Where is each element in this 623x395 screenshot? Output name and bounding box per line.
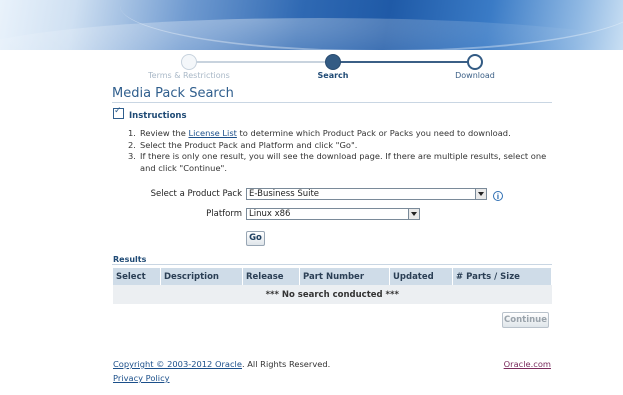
empty-results-message: *** No search conducted *** [113,285,552,304]
instruction-text: to determine which Product Pack or Packs… [236,128,511,138]
train-step-download-marker [467,54,483,70]
train-step-search-marker [325,54,341,70]
table-row: *** No search conducted *** [113,285,552,304]
instruction-step-2: 2. Select the Product Pack and Platform a… [128,140,558,152]
column-header-description: Description [160,268,243,285]
train-connector-completed [189,61,333,63]
info-icon[interactable]: i [493,191,503,201]
platform-select[interactable]: Linux x86 [246,208,420,220]
product-pack-label: Select a Product Pack [150,189,242,199]
instruction-number: 3. [128,151,136,161]
column-header-select: Select [113,268,161,285]
product-pack-selected-value: E-Business Suite [249,189,320,199]
results-header-row: Select Description Release Part Number U… [113,268,552,285]
instructions-toggle[interactable]: Instructions [113,106,187,121]
instruction-step-3: 3. If there is only one result, you will … [128,151,558,174]
instruction-number: 1. [128,128,136,138]
product-pack-select[interactable]: E-Business Suite [246,188,487,200]
train-step-terms-label: Terms & Restrictions [148,71,230,80]
dropdown-arrow-icon[interactable] [475,189,486,199]
privacy-policy-link-wrap: Privacy Policy [113,373,170,383]
train-step-download-label: Download [455,71,495,80]
footer-copyright: Copyright © 2003-2012 Oracle. All Rights… [113,359,330,369]
title-divider [112,102,552,103]
header-banner [0,0,623,50]
go-button[interactable]: Go [246,231,265,246]
instructions-list: 1. Review the License List to determine w… [128,128,558,174]
oracle-com-link[interactable]: Oracle.com [504,359,551,369]
train-step-terms-marker [181,54,197,70]
instruction-text: Review the [140,128,189,138]
platform-selected-value: Linux x86 [249,209,291,219]
column-header-part-number: Part Number [299,268,390,285]
instruction-text: Select the Product Pack and Platform and… [140,139,358,150]
dropdown-arrow-icon[interactable] [408,209,419,219]
instruction-text: If there is only one result, you will se… [140,151,547,173]
privacy-policy-link[interactable]: Privacy Policy [113,373,170,383]
column-header-parts-size: # Parts / Size [452,268,552,285]
instruction-number: 2. [128,139,136,150]
train-step-search-label: Search [317,71,349,80]
instructions-heading: Instructions [129,111,187,121]
column-header-updated: Updated [389,268,453,285]
column-header-release: Release [242,268,300,285]
train-connector-upcoming [333,61,475,63]
continue-button[interactable]: Continue [502,312,549,328]
instruction-step-1: 1. Review the License List to determine w… [128,128,558,140]
platform-label: Platform [206,209,242,219]
results-label: Results [113,255,147,264]
copyright-text: . All Rights Reserved. [241,359,331,369]
copyright-link[interactable]: Copyright © 2003-2012 Oracle [113,359,242,369]
results-table: Select Description Release Part Number U… [113,268,552,304]
checkbox-icon [113,106,124,119]
page-title: Media Pack Search [112,86,234,101]
license-list-link[interactable]: License List [189,128,237,138]
results-divider [112,264,552,265]
